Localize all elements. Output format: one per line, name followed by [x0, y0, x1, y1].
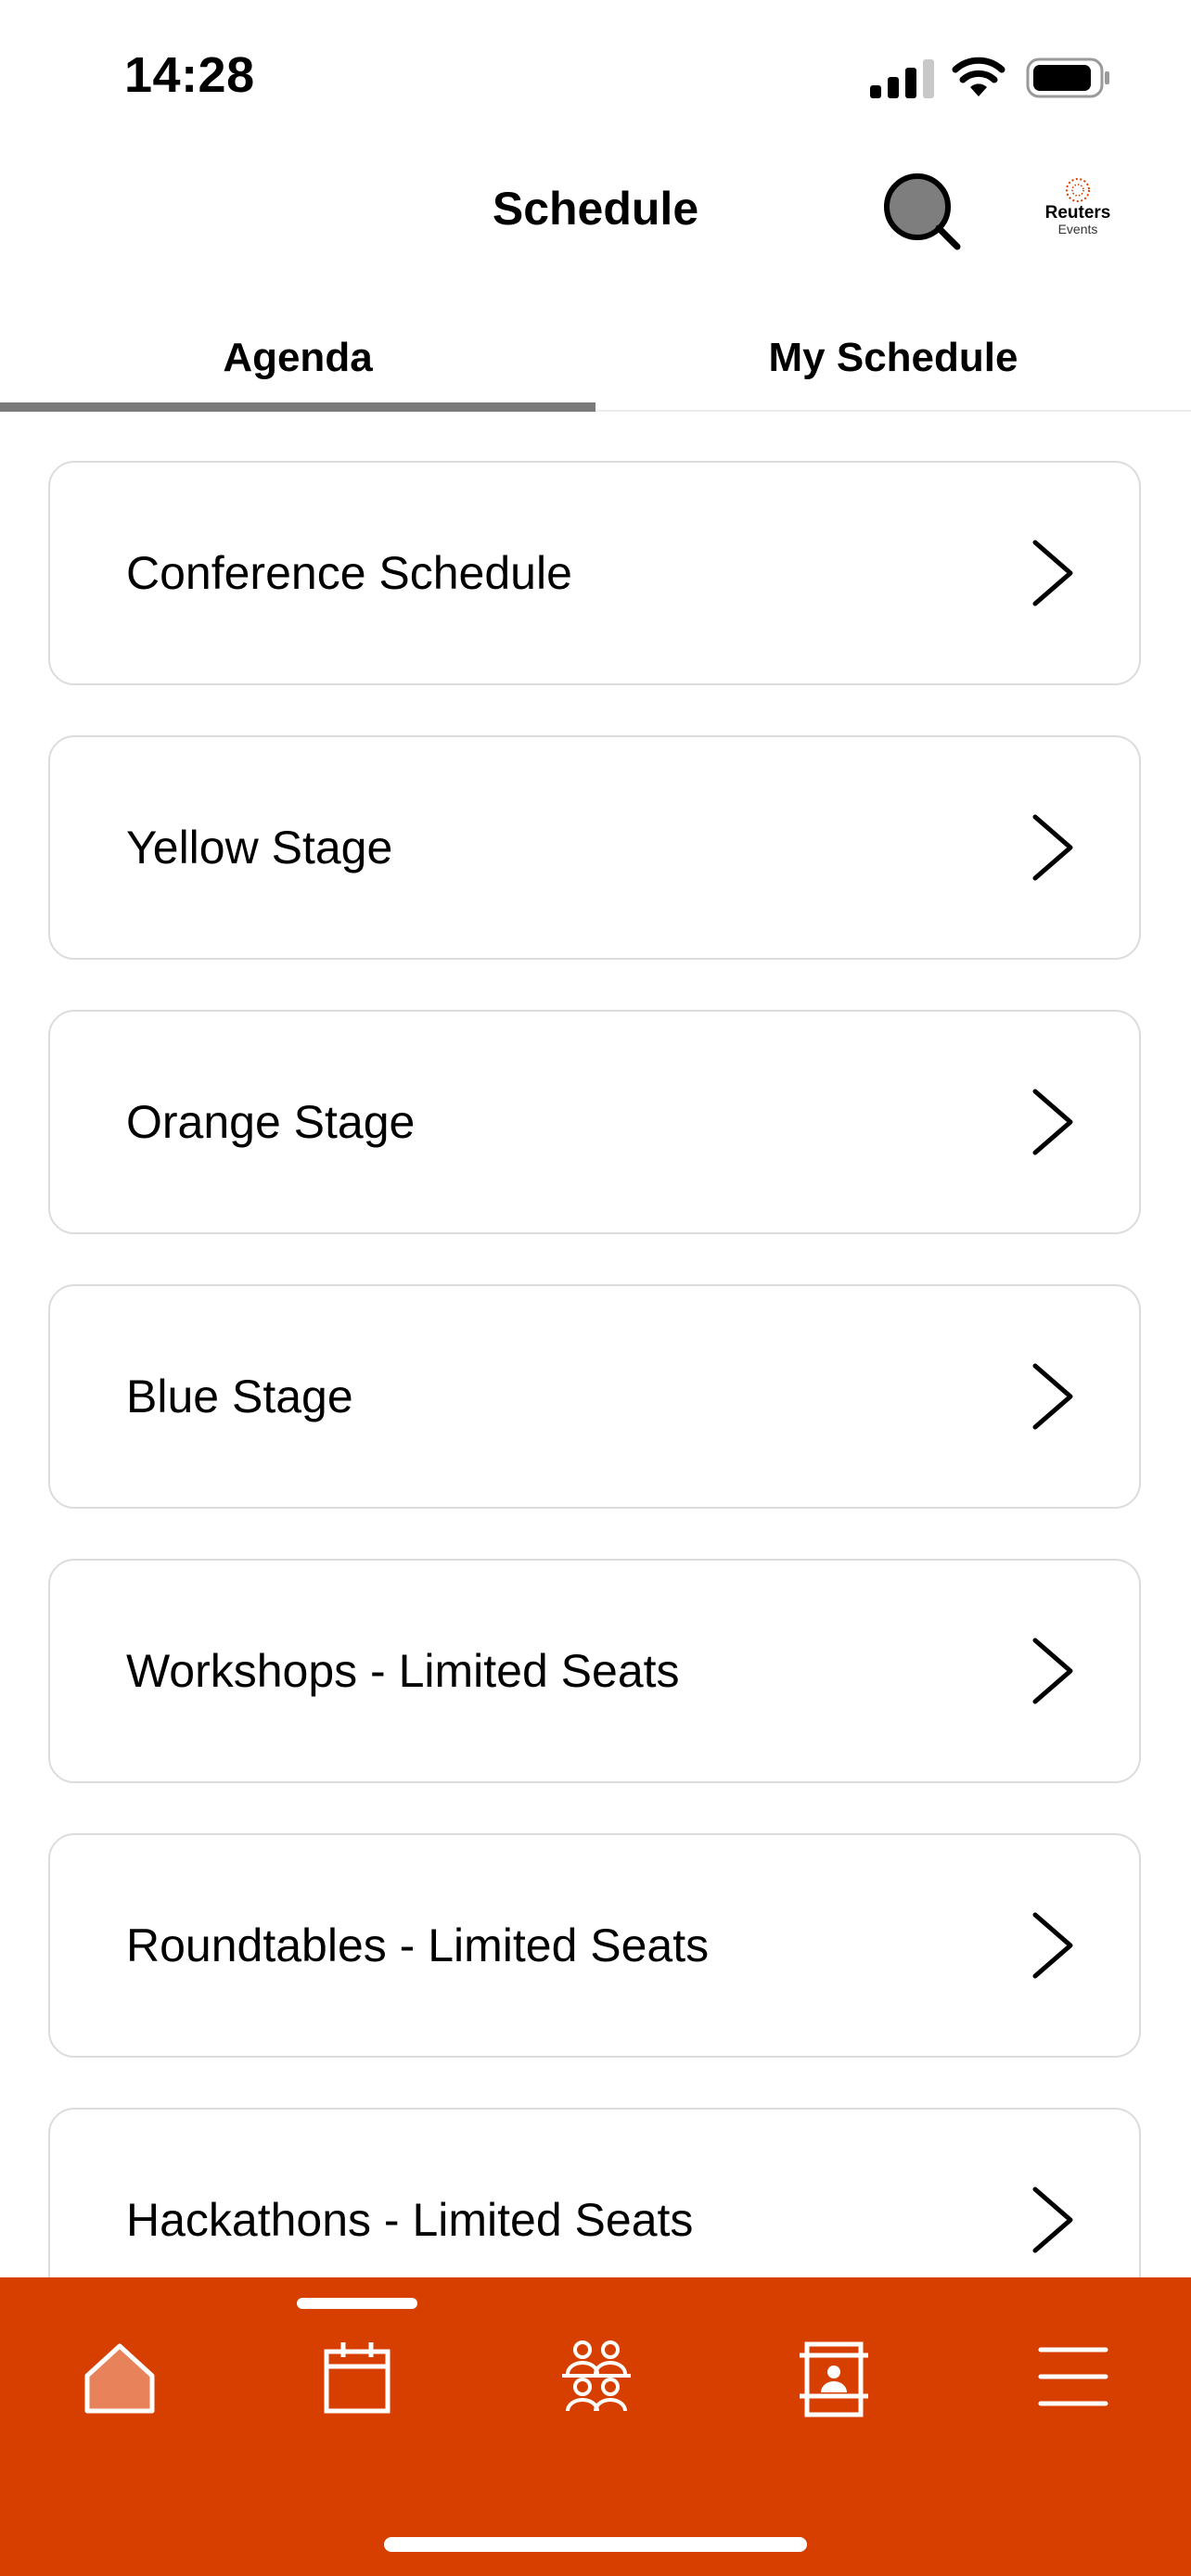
chevron-right-icon — [1032, 814, 1073, 881]
tab-agenda[interactable]: Agenda — [0, 306, 596, 410]
nav-schedule[interactable] — [306, 2326, 408, 2428]
list-item-label: Workshops - Limited Seats — [126, 1645, 680, 1697]
chevron-right-icon — [1032, 1638, 1073, 1704]
logo-text-reuters: Reuters — [1044, 203, 1111, 223]
nav-home[interactable] — [69, 2326, 171, 2428]
reuters-events-logo[interactable]: Reuters Events — [1037, 176, 1119, 241]
list-item-label: Conference Schedule — [126, 547, 572, 599]
nav-menu[interactable] — [1022, 2326, 1124, 2428]
schedule-item-conference-schedule[interactable]: Conference Schedule — [48, 461, 1141, 685]
schedule-item-workshops[interactable]: Workshops - Limited Seats — [48, 1559, 1141, 1783]
calendar-icon — [324, 2342, 391, 2414]
exhibitor-booth-icon — [800, 2341, 868, 2417]
menu-icon — [1038, 2347, 1108, 2406]
home-icon — [84, 2343, 155, 2414]
tab-my-schedule[interactable]: My Schedule — [596, 306, 1191, 410]
reuters-logo-icon — [1066, 178, 1090, 202]
chevron-right-icon — [1032, 540, 1073, 606]
chevron-right-icon — [1032, 2187, 1073, 2253]
nav-people[interactable] — [545, 2326, 647, 2428]
status-bar: 14:28 — [0, 0, 1191, 139]
nav-exhibitors[interactable] — [783, 2326, 885, 2428]
chevron-right-icon — [1032, 1912, 1073, 1979]
battery-icon — [1026, 57, 1109, 98]
logo-text-events: Events — [1057, 222, 1098, 236]
active-tab-indicator — [0, 402, 596, 412]
schedule-item-blue-stage[interactable]: Blue Stage — [48, 1284, 1141, 1509]
schedule-item-orange-stage[interactable]: Orange Stage — [48, 1010, 1141, 1234]
active-nav-indicator — [297, 2298, 417, 2309]
home-indicator[interactable] — [384, 2537, 807, 2552]
page-title: Schedule — [492, 183, 699, 235]
chevron-right-icon — [1032, 1363, 1073, 1430]
list-item-label: Roundtables - Limited Seats — [126, 1919, 710, 1971]
list-item-label: Blue Stage — [126, 1371, 353, 1422]
search-icon[interactable] — [879, 169, 963, 252]
tab-my-schedule-label: My Schedule — [768, 335, 1018, 380]
schedule-item-roundtables[interactable]: Roundtables - Limited Seats — [48, 1833, 1141, 2058]
list-item-label: Yellow Stage — [126, 822, 393, 874]
schedule-tabs: Agenda My Schedule — [0, 306, 1191, 412]
people-icon — [562, 2340, 631, 2412]
schedule-item-yellow-stage[interactable]: Yellow Stage — [48, 735, 1141, 960]
wifi-icon — [952, 57, 1005, 96]
bottom-nav-bar — [0, 2277, 1191, 2576]
list-item-label: Orange Stage — [126, 1096, 416, 1148]
chevron-right-icon — [1032, 1089, 1073, 1155]
status-time: 14:28 — [124, 47, 255, 103]
tab-agenda-label: Agenda — [223, 335, 373, 380]
cellular-signal-icon — [870, 59, 934, 98]
